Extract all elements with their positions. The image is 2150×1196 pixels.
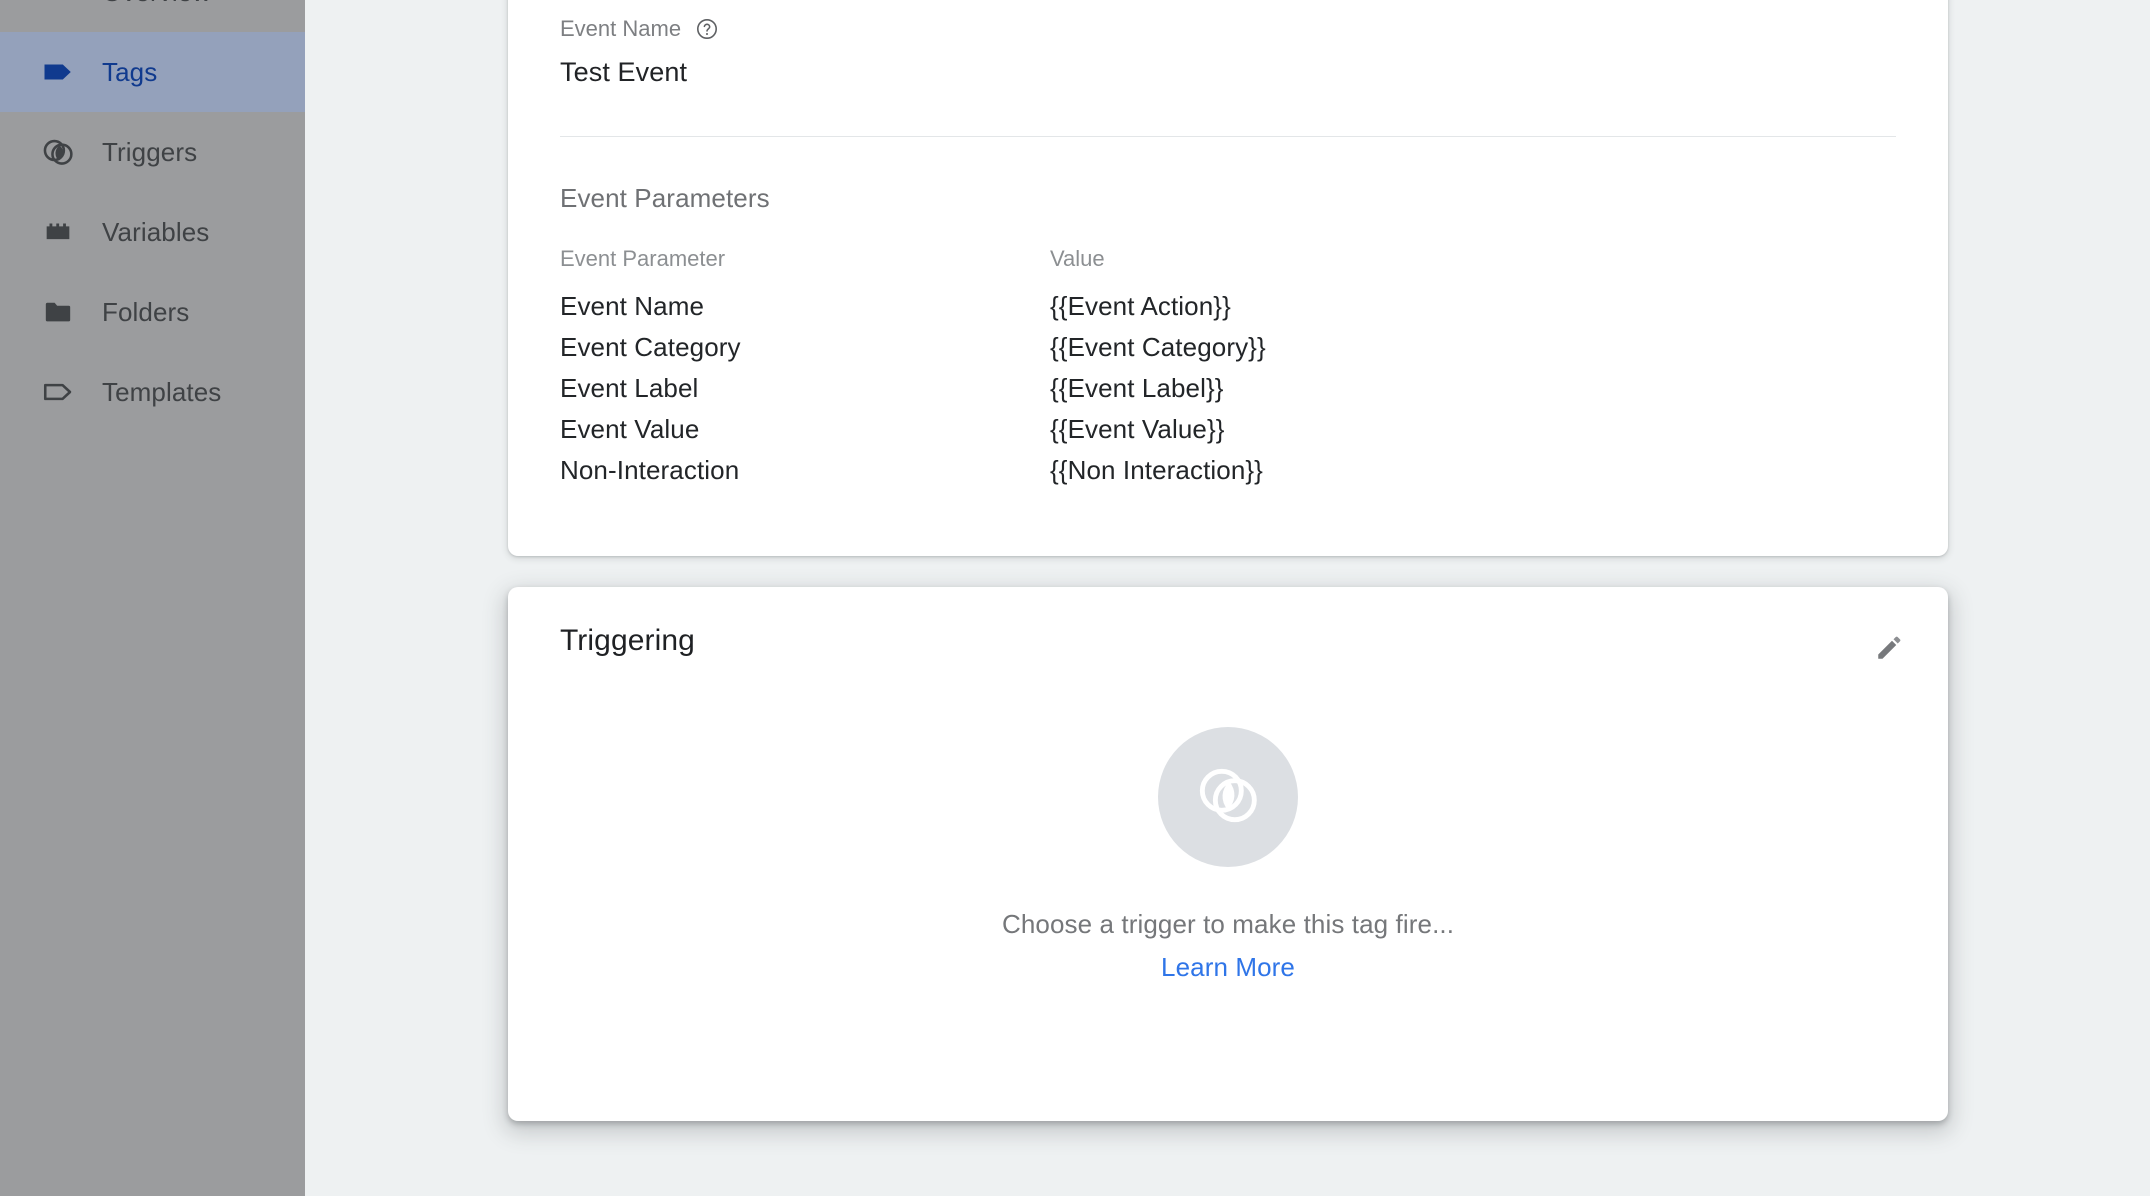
event-name-value: Test Event [560, 57, 688, 87]
sidebar-item-tags[interactable]: Tags [0, 32, 305, 112]
sidebar-item-label: Templates [102, 376, 222, 407]
help-circle-icon[interactable] [695, 17, 719, 41]
sidebar-item-label: Tags [102, 56, 158, 87]
empty-state-message: Choose a trigger to make this tag fire..… [1001, 909, 1455, 939]
cell-value: {{Event Label}} [1050, 373, 1224, 403]
column-header-parameter: Event Parameter [560, 246, 726, 271]
sidebar-item-label: Folders [102, 296, 190, 327]
tag-filled-icon [38, 52, 78, 92]
event-parameters-title: Event Parameters [560, 183, 770, 213]
column-header-value: Value [1050, 246, 1105, 271]
triggering-card-header: Triggering [508, 587, 1948, 695]
event-name-field-header: Event Name [560, 0, 1896, 42]
triggering-card[interactable]: Triggering Choose a trigger to make this… [508, 587, 1948, 1121]
cell-parameter: Event Value [560, 414, 700, 444]
table-row: Event Value {{Event Value}} [560, 409, 1896, 450]
cell-parameter: Event Name [560, 291, 705, 321]
card-divider [560, 136, 1896, 137]
cell-parameter: Event Category [560, 332, 741, 362]
sidebar-item-triggers[interactable]: Triggers [0, 112, 305, 192]
tag-outline-icon [38, 372, 78, 412]
sidebar-item-templates[interactable]: Templates [0, 352, 305, 432]
table-header: Event Parameter Value [560, 246, 1896, 286]
learn-more-link[interactable]: Learn More [1161, 952, 1295, 983]
cell-value: {{Event Category}} [1050, 332, 1266, 362]
table-body: Event Name {{Event Action}} Event Catego… [560, 286, 1896, 491]
table-row: Event Label {{Event Label}} [560, 368, 1896, 409]
event-configuration-card: Event Name Test Event Event Parameters E… [508, 0, 1948, 556]
table-row: Non-Interaction {{Non Interaction}} [560, 450, 1896, 491]
cell-value: {{Event Value}} [1050, 414, 1225, 444]
sidebar-item-label: Variables [102, 216, 210, 247]
table-row: Event Category {{Event Category}} [560, 327, 1896, 368]
cell-parameter: Non-Interaction [560, 455, 740, 485]
cell-parameter: Event Label [560, 373, 699, 403]
sidebar-item-label: Triggers [102, 136, 198, 167]
tag-manager-screen: Overview Tags Triggers [0, 0, 2150, 1196]
variables-icon [38, 212, 78, 252]
cell-value: {{Event Action}} [1050, 291, 1231, 321]
sidebar-item-variables[interactable]: Variables [0, 192, 305, 272]
triggers-icon [1189, 756, 1267, 839]
event-parameters-table: Event Parameter Value Event Name {{Event… [560, 246, 1896, 491]
sidebar-item-label: Overview [102, 0, 211, 8]
event-card-body: Event Name Test Event Event Parameters E… [508, 0, 1948, 491]
main-content: Event Name Test Event Event Parameters E… [305, 0, 2150, 1196]
folder-icon [38, 292, 78, 332]
overview-icon [38, 0, 78, 12]
sidebar-item-folders[interactable]: Folders [0, 272, 305, 352]
cell-value: {{Non Interaction}} [1050, 455, 1263, 485]
empty-state-icon-background [1158, 727, 1298, 867]
sidebar: Overview Tags Triggers [0, 0, 305, 1196]
sidebar-item-overview[interactable]: Overview [0, 0, 305, 32]
triggering-empty-state: Choose a trigger to make this tag fire..… [508, 695, 1948, 983]
table-row: Event Name {{Event Action}} [560, 286, 1896, 327]
pencil-icon[interactable] [1866, 625, 1912, 671]
triggering-title: Triggering [560, 624, 695, 657]
triggers-icon [38, 132, 78, 172]
event-name-label: Event Name [560, 16, 682, 41]
table-header-row: Event Parameter Value [560, 246, 1896, 286]
sidebar-nav-list: Overview Tags Triggers [0, 0, 305, 432]
